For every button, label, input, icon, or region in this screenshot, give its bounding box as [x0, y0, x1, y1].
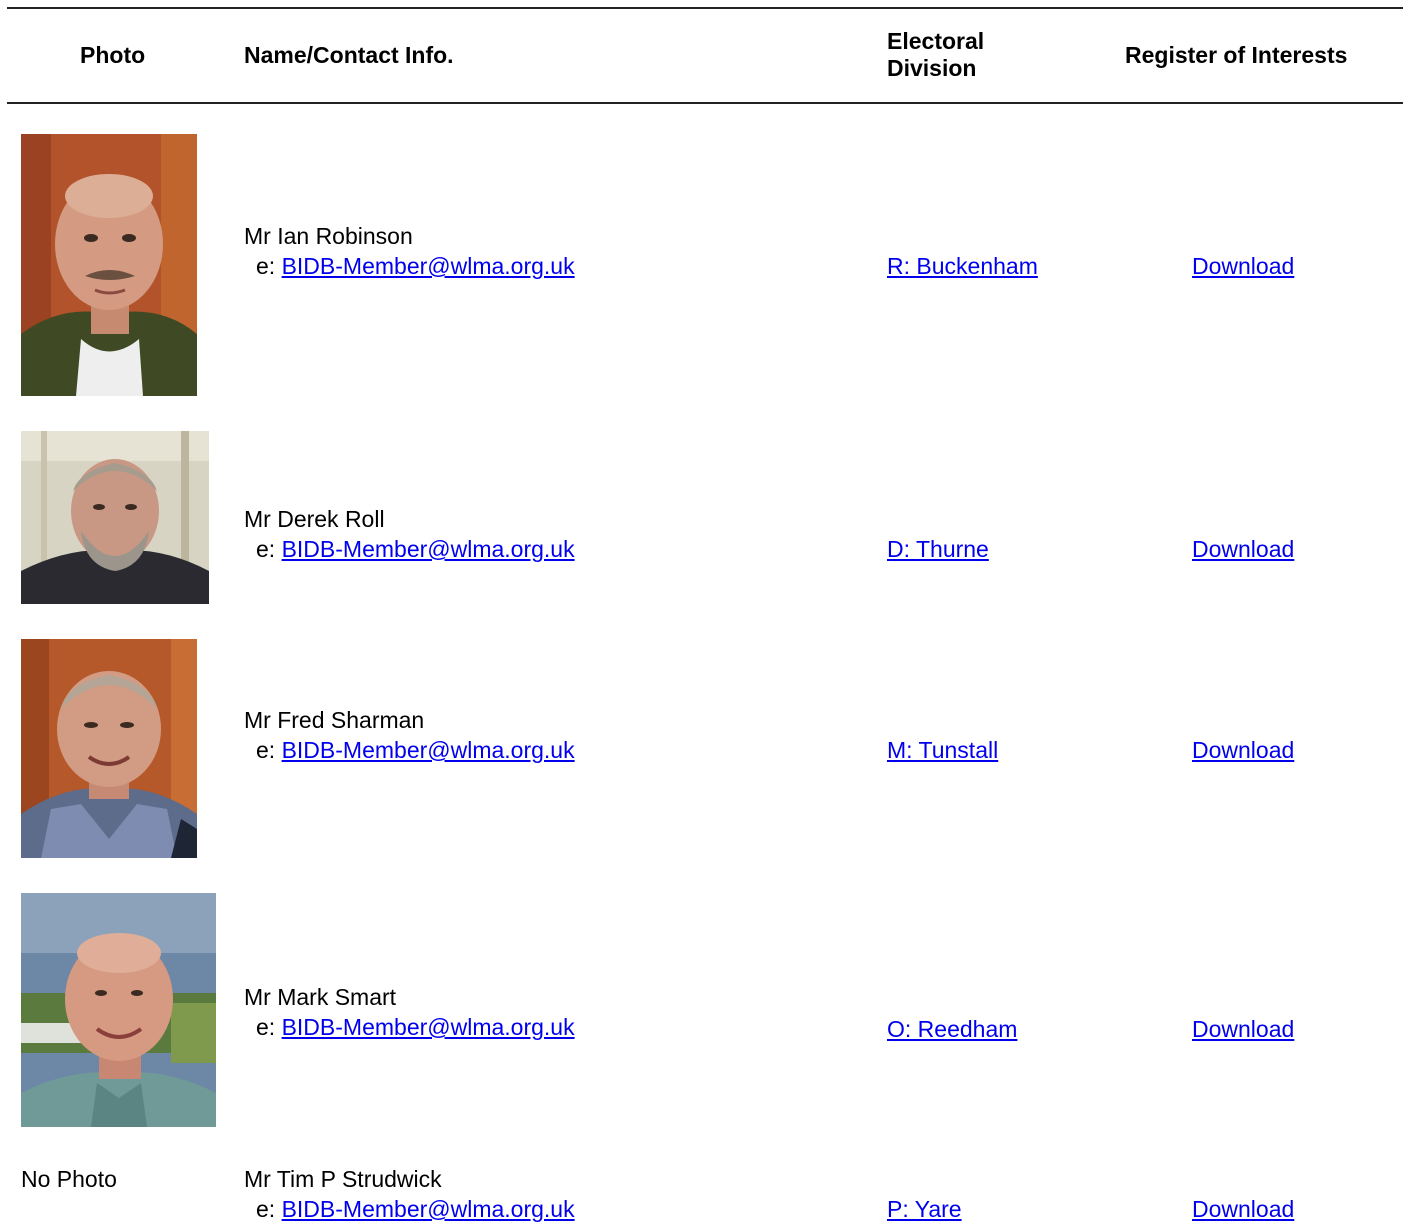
- register-download-link[interactable]: Download: [1192, 1194, 1294, 1224]
- electoral-division-link[interactable]: M: Tunstall: [887, 735, 998, 765]
- electoral-division-link[interactable]: O: Reedham: [887, 1014, 1017, 1044]
- member-photo: [21, 431, 209, 604]
- member-email-link[interactable]: BIDB-Member@wlma.org.uk: [282, 1196, 575, 1222]
- member-name: Mr Tim P Strudwick: [244, 1166, 442, 1192]
- top-rule: [7, 7, 1403, 9]
- member-email-line: e: BIDB-Member@wlma.org.uk: [256, 1012, 575, 1042]
- no-photo-label: No Photo: [21, 1166, 117, 1192]
- header-name-contact: Name/Contact Info.: [244, 42, 454, 68]
- header-electoral-division: Electoral Division: [887, 28, 984, 82]
- header-rule: [7, 102, 1403, 104]
- email-prefix: e:: [256, 1014, 282, 1040]
- email-prefix: e:: [256, 253, 282, 279]
- member-name: Mr Ian Robinson: [244, 223, 413, 249]
- header-photo: Photo: [80, 42, 146, 68]
- member-email-link[interactable]: BIDB-Member@wlma.org.uk: [282, 536, 575, 562]
- member-name: Mr Fred Sharman: [244, 707, 425, 733]
- register-download-link[interactable]: Download: [1192, 534, 1294, 564]
- member-name: Mr Derek Roll: [244, 506, 385, 532]
- member-email-link[interactable]: BIDB-Member@wlma.org.uk: [282, 253, 575, 279]
- header-division-line1: Electoral: [887, 28, 985, 54]
- register-download-link[interactable]: Download: [1192, 735, 1294, 765]
- email-prefix: e:: [256, 536, 282, 562]
- member-email-line: e: BIDB-Member@wlma.org.uk: [256, 735, 575, 765]
- header-division-line2: Division: [887, 55, 977, 81]
- email-prefix: e:: [256, 737, 282, 763]
- electoral-division-link[interactable]: P: Yare: [887, 1194, 962, 1224]
- member-email-line: e: BIDB-Member@wlma.org.uk: [256, 251, 575, 281]
- member-photo: [21, 893, 216, 1127]
- register-download-link[interactable]: Download: [1192, 251, 1294, 281]
- electoral-division-link[interactable]: R: Buckenham: [887, 251, 1038, 281]
- member-name: Mr Mark Smart: [244, 984, 397, 1010]
- member-photo: [21, 134, 197, 396]
- email-prefix: e:: [256, 1196, 282, 1222]
- member-photo: [21, 639, 197, 858]
- member-email-link[interactable]: BIDB-Member@wlma.org.uk: [282, 1014, 575, 1040]
- member-email-link[interactable]: BIDB-Member@wlma.org.uk: [282, 737, 575, 763]
- header-register-of-interests: Register of Interests: [1125, 42, 1348, 68]
- member-email-line: e: BIDB-Member@wlma.org.uk: [256, 534, 575, 564]
- register-download-link[interactable]: Download: [1192, 1014, 1294, 1044]
- member-email-line: e: BIDB-Member@wlma.org.uk: [256, 1194, 575, 1224]
- electoral-division-link[interactable]: D: Thurne: [887, 534, 989, 564]
